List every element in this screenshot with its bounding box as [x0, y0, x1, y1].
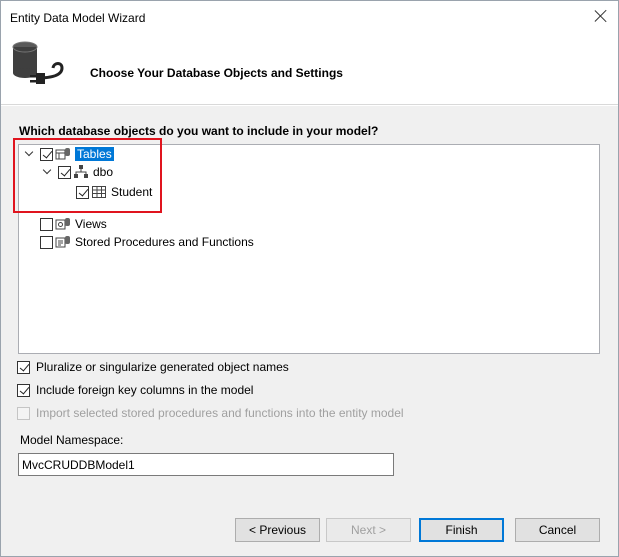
- foreign-keys-label[interactable]: Include foreign key columns in the model: [36, 383, 253, 397]
- tree-node-tables[interactable]: Tables: [25, 145, 114, 163]
- close-icon[interactable]: [592, 7, 610, 25]
- foreign-keys-checkbox[interactable]: [17, 383, 30, 397]
- wizard-content: Which database objects do you want to in…: [1, 106, 618, 496]
- model-namespace-input[interactable]: [18, 453, 394, 476]
- database-plug-icon: [12, 41, 64, 84]
- tables-label[interactable]: Tables: [75, 147, 114, 161]
- student-label[interactable]: Student: [111, 185, 152, 199]
- wizard-footer: < Previous Next > Finish Cancel: [1, 496, 618, 556]
- tree-node-views[interactable]: Views: [40, 215, 107, 233]
- chevron-down-icon[interactable]: [25, 149, 35, 159]
- foreign-keys-option[interactable]: Include foreign key columns in the model: [17, 383, 253, 397]
- stored-procedures-checkbox[interactable]: [40, 235, 53, 249]
- title-bar: Entity Data Model Wizard: [1, 1, 618, 33]
- views-label[interactable]: Views: [75, 217, 107, 231]
- wizard-header: Choose Your Database Objects and Setting…: [1, 33, 618, 105]
- tables-checkbox[interactable]: [40, 147, 53, 161]
- tree-node-student[interactable]: Student: [76, 183, 152, 201]
- views-checkbox[interactable]: [40, 217, 53, 231]
- tree-node-dbo[interactable]: dbo: [43, 163, 113, 181]
- dbo-label[interactable]: dbo: [93, 165, 113, 179]
- table-icon: [92, 186, 106, 198]
- chevron-down-icon[interactable]: [43, 167, 53, 177]
- schema-icon: [74, 165, 88, 178]
- finish-button[interactable]: Finish: [419, 518, 504, 542]
- import-procedures-label: Import selected stored procedures and fu…: [36, 406, 404, 420]
- page-title: Choose Your Database Objects and Setting…: [90, 66, 343, 80]
- wizard-window: Entity Data Model Wizard Choose Your Dat…: [0, 0, 619, 557]
- cancel-button[interactable]: Cancel: [515, 518, 600, 542]
- stored-procedures-label[interactable]: Stored Procedures and Functions: [75, 235, 254, 249]
- tables-folder-icon: [55, 148, 70, 160]
- stored-procedures-folder-icon: [55, 236, 70, 248]
- dbo-checkbox[interactable]: [58, 165, 71, 179]
- database-objects-tree[interactable]: Tables dbo Student Views Stored Procedur…: [18, 144, 600, 354]
- objects-question: Which database objects do you want to in…: [19, 124, 379, 138]
- student-checkbox[interactable]: [76, 185, 89, 199]
- pluralize-checkbox[interactable]: [17, 360, 30, 374]
- pluralize-label[interactable]: Pluralize or singularize generated objec…: [36, 360, 289, 374]
- tree-node-stored-procedures[interactable]: Stored Procedures and Functions: [40, 233, 254, 251]
- views-folder-icon: [55, 218, 70, 230]
- pluralize-option[interactable]: Pluralize or singularize generated objec…: [17, 360, 289, 374]
- import-procedures-option: Import selected stored procedures and fu…: [17, 406, 404, 420]
- window-title: Entity Data Model Wizard: [10, 11, 146, 25]
- import-procedures-checkbox: [17, 406, 30, 420]
- namespace-label: Model Namespace:: [20, 433, 124, 447]
- next-button: Next >: [326, 518, 411, 542]
- previous-button[interactable]: < Previous: [235, 518, 320, 542]
